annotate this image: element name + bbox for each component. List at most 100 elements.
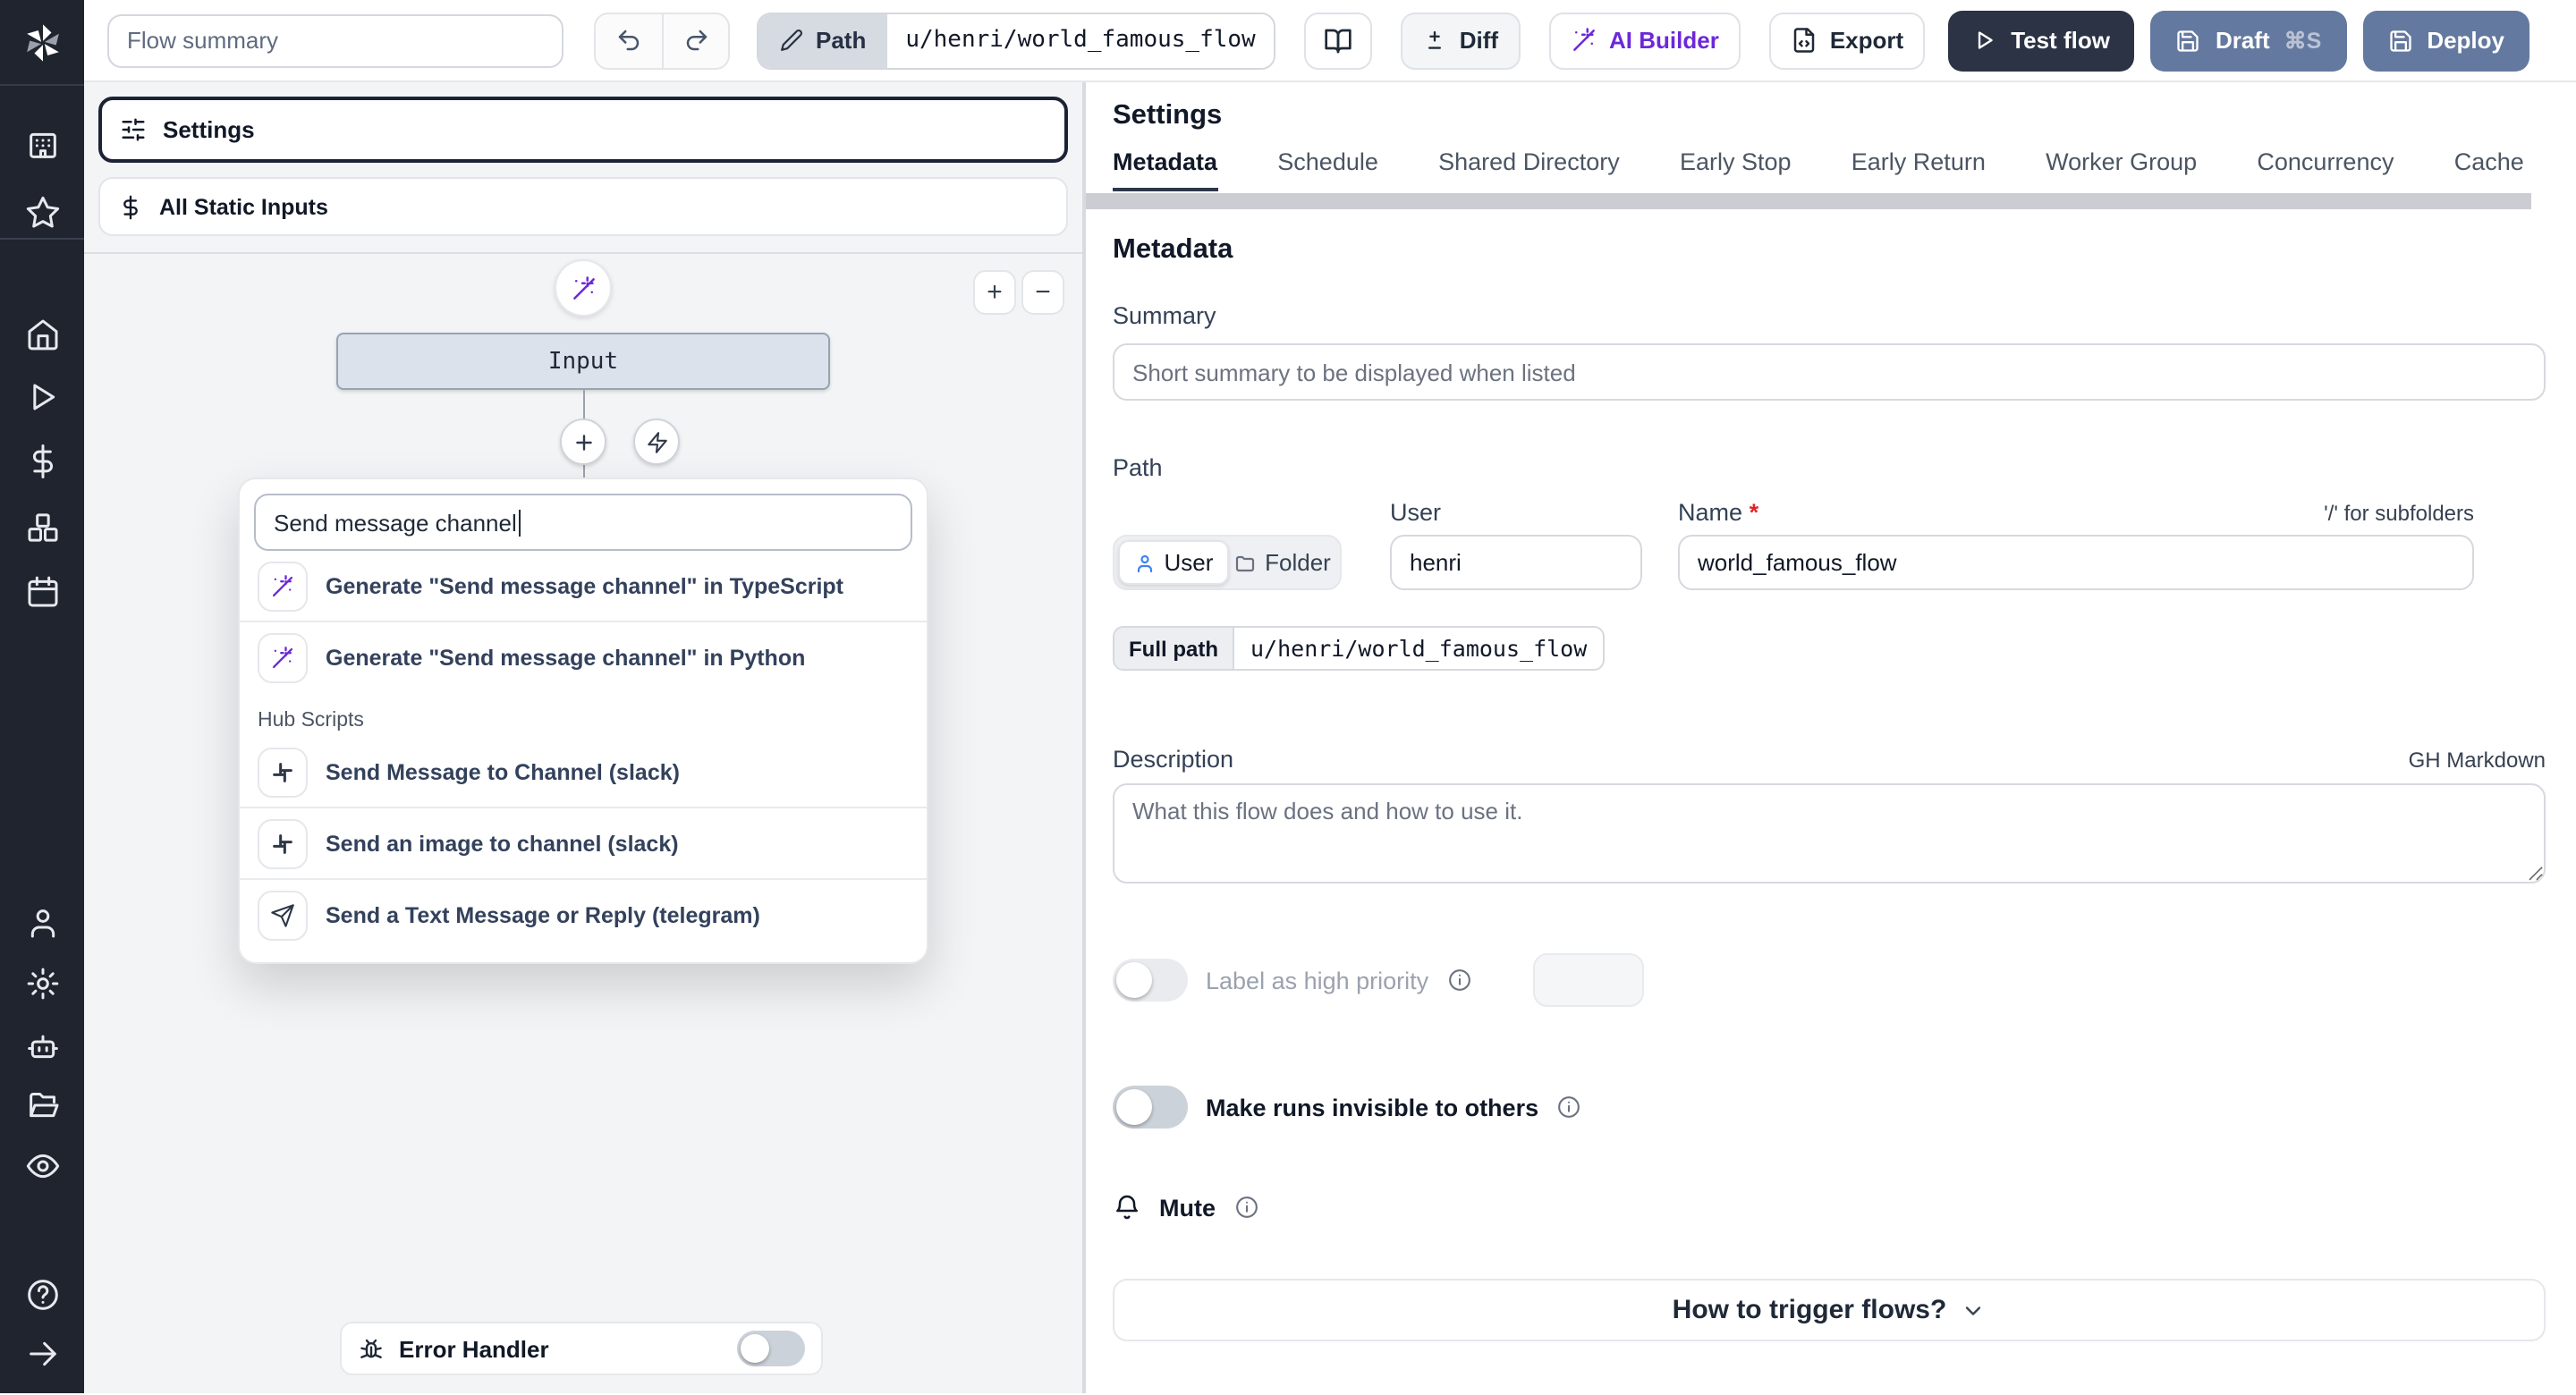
play-icon[interactable] (24, 379, 60, 415)
tab-shared-directory[interactable]: Shared Directory (1438, 148, 1620, 191)
topbar: Path u/henri/world_famous_flow Diff (84, 0, 2576, 82)
priority-value-input[interactable] (1532, 953, 1644, 1007)
generate-typescript-item[interactable]: Generate "Send message channel" in TypeS… (240, 551, 927, 622)
path-value: u/henri/world_famous_flow (887, 13, 1274, 67)
trigger-zap-button[interactable] (633, 418, 680, 465)
help-icon[interactable] (24, 1277, 60, 1313)
redo-button[interactable] (662, 13, 728, 67)
step-search-input[interactable]: Send message channel (254, 494, 912, 551)
info-icon (1556, 1095, 1581, 1120)
flow-settings-label: Settings (163, 116, 255, 143)
summary-label: Summary (1113, 302, 1216, 329)
user-icon[interactable] (24, 905, 60, 941)
summary-input[interactable] (1113, 343, 2546, 401)
tab-early-stop[interactable]: Early Stop (1680, 148, 1792, 191)
draft-button[interactable]: Draft ⌘S (2150, 10, 2347, 71)
error-handler-node[interactable]: Error Handler (340, 1322, 823, 1375)
export-button[interactable]: Export (1768, 12, 1926, 69)
bot-icon[interactable] (24, 1028, 60, 1064)
owner-user-option[interactable]: User (1118, 540, 1229, 585)
info-icon (1446, 968, 1471, 993)
tab-early-return[interactable]: Early Return (1852, 148, 1986, 191)
pen-icon (780, 29, 803, 52)
deploy-label: Deploy (2427, 27, 2504, 54)
flow-summary-input[interactable] (107, 13, 564, 67)
tab-concurrency[interactable]: Concurrency (2257, 148, 2394, 191)
dollar-icon (118, 194, 143, 219)
user-field-label: User (1390, 499, 1442, 526)
path-button[interactable]: Path u/henri/world_famous_flow (757, 12, 1275, 69)
full-path-display: Full path u/henri/world_famous_flow (1113, 626, 1606, 671)
generate-python-item[interactable]: Generate "Send message channel" in Pytho… (240, 622, 927, 694)
tab-worker-group[interactable]: Worker Group (2046, 148, 2197, 191)
flow-settings-button[interactable]: Settings (98, 97, 1068, 163)
ai-flow-builder-button[interactable] (555, 259, 612, 317)
full-path-value: u/henri/world_famous_flow (1250, 635, 1588, 662)
description-label: Description (1113, 746, 1234, 773)
hub-script-item[interactable]: Send an image to channel (slack) (240, 808, 927, 880)
item-label: Generate "Send message channel" in Pytho… (326, 646, 806, 671)
undo-redo-group (594, 12, 730, 69)
tab-cache[interactable]: Cache (2454, 148, 2524, 191)
tab-schedule[interactable]: Schedule (1277, 148, 1378, 191)
deploy-button[interactable]: Deploy (2362, 10, 2529, 71)
play-icon (1973, 29, 1996, 52)
test-flow-label: Test flow (2011, 27, 2110, 54)
home-icon[interactable] (24, 317, 60, 352)
eye-icon[interactable] (24, 1148, 60, 1184)
flow-editor-panel: Settings All Static Inputs + − Input Sen… (84, 82, 1084, 1393)
folder-icon (1234, 552, 1256, 573)
test-flow-button[interactable]: Test flow (1948, 10, 2135, 71)
description-textarea[interactable] (1113, 783, 2546, 884)
plus-icon: + (987, 277, 1003, 308)
owner-user-label: User (1164, 549, 1214, 576)
building-icon[interactable] (24, 127, 60, 163)
draft-shortcut: ⌘S (2284, 29, 2322, 54)
add-step-button[interactable] (560, 418, 606, 465)
error-handler-toggle[interactable] (737, 1331, 805, 1366)
invisible-runs-label: Make runs invisible to others (1206, 1094, 1539, 1120)
hub-script-item[interactable]: Send a Text Message or Reply (telegram) (240, 880, 927, 951)
calendar-icon[interactable] (24, 574, 60, 610)
item-label: Send a Text Message or Reply (telegram) (326, 903, 760, 928)
windmill-logo[interactable] (0, 0, 84, 86)
mute-row: Mute (1113, 1193, 2546, 1222)
owner-folder-label: Folder (1265, 549, 1331, 576)
diff-icon (1422, 28, 1447, 53)
zoom-out-button[interactable]: − (1021, 270, 1064, 315)
tab-metadata[interactable]: Metadata (1113, 148, 1218, 191)
gear-icon[interactable] (24, 966, 60, 1002)
slack-icon (258, 818, 308, 868)
metadata-heading: Metadata (1113, 234, 1233, 265)
dollar-icon[interactable] (24, 444, 60, 479)
hub-script-item[interactable]: Send Message to Channel (slack) (240, 737, 927, 808)
file-code-icon (1791, 27, 1818, 54)
ai-builder-button[interactable]: AI Builder (1548, 12, 1741, 69)
name-input[interactable] (1678, 535, 2474, 590)
input-node[interactable]: Input (336, 333, 830, 390)
docs-button[interactable] (1303, 12, 1372, 69)
invisible-runs-toggle[interactable] (1113, 1086, 1188, 1129)
zoom-in-button[interactable]: + (973, 270, 1016, 315)
boxes-icon[interactable] (24, 510, 60, 545)
priority-toggle[interactable] (1113, 959, 1188, 1002)
save-icon (2176, 28, 2201, 53)
markdown-hint: GH Markdown (2408, 748, 2546, 773)
ai-builder-label: AI Builder (1609, 27, 1719, 54)
star-icon[interactable] (24, 195, 60, 231)
owner-folder-option[interactable]: Folder (1229, 540, 1336, 585)
tabs-scrollbar[interactable] (1086, 193, 2531, 209)
diff-button[interactable]: Diff (1400, 12, 1521, 69)
owner-kind-segmented: User Folder (1113, 535, 1342, 590)
how-to-trigger-flows-button[interactable]: How to trigger flows? (1113, 1279, 2546, 1341)
path-section-label: Path (1113, 454, 1163, 481)
user-input[interactable] (1390, 535, 1642, 590)
invisible-runs-row: Make runs invisible to others (1113, 1086, 2546, 1129)
bug-icon (358, 1335, 385, 1362)
sidebar-divider (0, 238, 84, 240)
static-inputs-button[interactable]: All Static Inputs (98, 177, 1068, 236)
arrow-right-icon[interactable] (24, 1336, 60, 1372)
item-label: Generate "Send message channel" in TypeS… (326, 573, 843, 598)
undo-button[interactable] (596, 13, 662, 67)
folder-open-icon[interactable] (24, 1087, 60, 1123)
